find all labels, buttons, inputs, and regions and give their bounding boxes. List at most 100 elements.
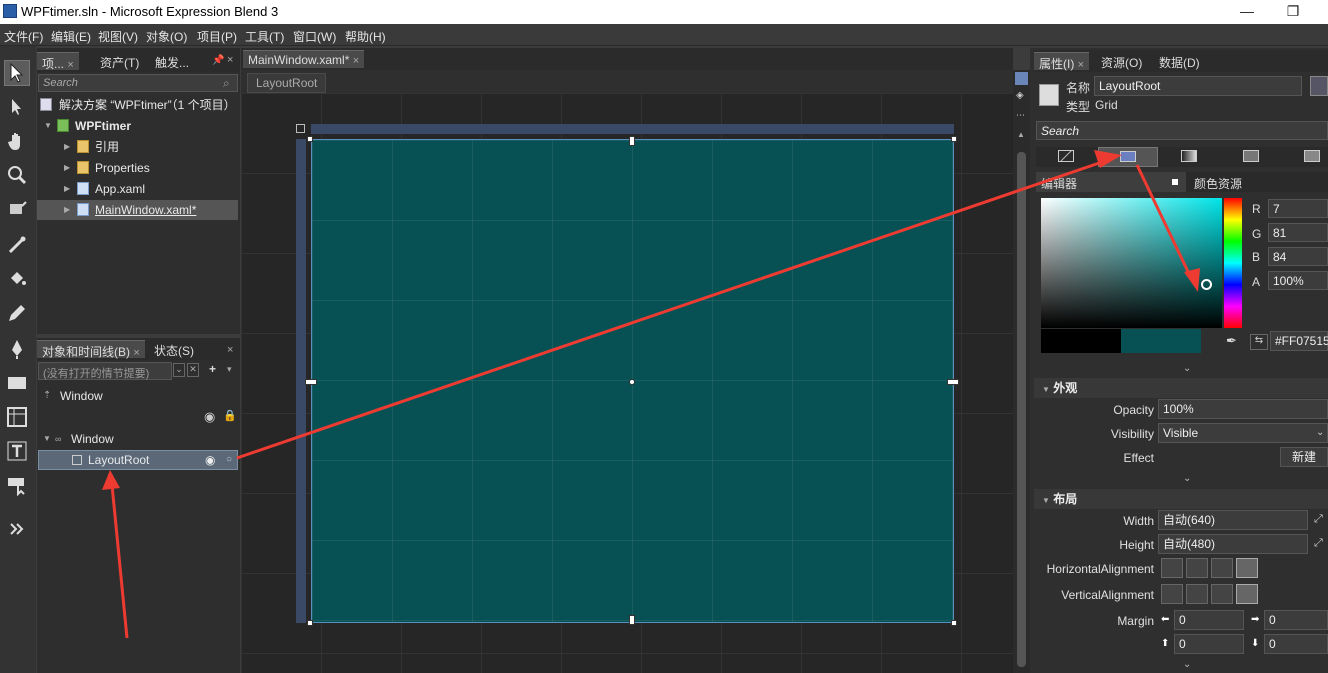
menu-view[interactable]: 视图(V) — [98, 28, 138, 45]
height-input[interactable]: 自动(480) — [1158, 534, 1308, 554]
menu-tools[interactable]: 工具(T) — [245, 28, 284, 45]
close-icon[interactable]: × — [67, 59, 73, 71]
tree-item-references[interactable]: ▶ 引用 — [37, 137, 237, 157]
lock-icon[interactable]: 🔒 — [223, 409, 237, 422]
center-point[interactable] — [629, 379, 635, 385]
eyedropper-tool[interactable] — [4, 232, 30, 258]
width-input[interactable]: 自动(640) — [1158, 510, 1308, 530]
tab-editor[interactable]: 编辑器 — [1036, 172, 1186, 192]
close-icon[interactable]: × — [353, 55, 359, 67]
menu-help[interactable]: 帮助(H) — [345, 28, 386, 45]
menu-window[interactable]: 窗口(W) — [293, 28, 336, 45]
close-icon[interactable]: × — [133, 347, 139, 359]
tab-mainwindow-xaml[interactable]: MainWindow.xaml* × — [243, 50, 365, 68]
valign-stretch-button[interactable] — [1236, 584, 1258, 604]
pen-tool[interactable] — [4, 336, 30, 362]
storyboard-dropdown-icon[interactable]: ⌄ — [173, 363, 185, 377]
expand-chevron-icon[interactable]: ⌄ — [1183, 659, 1191, 670]
hex-input[interactable]: #FF075154 — [1270, 331, 1328, 351]
paint-bucket-tool[interactable] — [4, 266, 30, 292]
effect-new-button[interactable]: 新建 — [1280, 447, 1328, 467]
b-input[interactable]: 84 — [1268, 247, 1328, 266]
appearance-section-header[interactable]: ▼ 外观 — [1034, 378, 1328, 398]
visibility-eye-icon[interactable]: ◉ — [205, 451, 215, 469]
valign-top-button[interactable] — [1161, 584, 1183, 604]
direct-selection-tool[interactable] — [4, 94, 30, 120]
tab-project[interactable]: 项... × — [37, 52, 79, 71]
tab-color-resources[interactable]: 颜色资源 — [1194, 175, 1242, 192]
a-input[interactable]: 100% — [1268, 271, 1328, 290]
halign-stretch-button[interactable] — [1236, 558, 1258, 578]
grid-tool[interactable] — [4, 404, 30, 430]
resource-brush-icon[interactable] — [1304, 150, 1320, 162]
vertical-scrollbar[interactable] — [1017, 152, 1026, 667]
margin-bottom-input[interactable]: 0 — [1264, 634, 1328, 654]
valign-bottom-button[interactable] — [1211, 584, 1233, 604]
resize-handle-sw[interactable] — [307, 620, 313, 626]
design-view-icon[interactable] — [1015, 72, 1028, 85]
tab-objects-timeline[interactable]: 对象和时间线(B) × — [37, 340, 145, 359]
tree-window[interactable]: ▼ ∞ Window — [37, 429, 237, 449]
grid-mode-icon[interactable] — [296, 124, 305, 133]
tree-item-mainwindow-xaml[interactable]: ▶ MainWindow.xaml* — [37, 200, 238, 220]
name-field[interactable]: LayoutRoot — [1094, 76, 1302, 96]
add-storyboard-icon[interactable]: + — [209, 362, 216, 376]
tree-item-app-xaml[interactable]: ▶ App.xaml — [37, 179, 237, 199]
tile-brush-icon[interactable] — [1243, 150, 1259, 162]
tree-project[interactable]: ▼ WPFtimer — [37, 116, 237, 136]
valign-center-button[interactable] — [1186, 584, 1208, 604]
visibility-select[interactable]: Visible — [1158, 423, 1328, 443]
selection-tool[interactable] — [4, 60, 30, 86]
events-icon[interactable] — [1310, 76, 1328, 96]
eyedropper-icon[interactable]: ✒ — [1226, 333, 1237, 349]
brush-transform-tool[interactable] — [4, 300, 30, 326]
resize-handle-se[interactable] — [951, 620, 957, 626]
tab-properties[interactable]: 属性(I) × — [1034, 52, 1090, 71]
auto-size-icon[interactable]: ⤢ — [1314, 513, 1323, 526]
pin-icon[interactable]: 📌 — [212, 55, 224, 66]
tab-states[interactable]: 状态(S) — [149, 340, 199, 358]
color-spectrum[interactable] — [1041, 198, 1222, 328]
hue-slider[interactable] — [1224, 198, 1242, 328]
menu-object[interactable]: 对象(O) — [146, 28, 187, 45]
resize-handle-n[interactable] — [629, 136, 635, 146]
expand-chevron-icon[interactable]: ⌄ — [1183, 363, 1191, 374]
properties-search-input[interactable]: Search — [1036, 121, 1328, 140]
restore-button[interactable]: ❐ — [1270, 0, 1316, 24]
close-icon[interactable]: × — [227, 344, 233, 356]
advanced-dot-icon[interactable] — [1172, 179, 1178, 185]
margin-right-input[interactable]: 0 — [1264, 610, 1328, 630]
gradient-brush-icon[interactable] — [1181, 150, 1197, 162]
rectangle-tool[interactable] — [4, 370, 30, 396]
visibility-eye-icon[interactable]: ◉ — [204, 409, 215, 425]
halign-center-button[interactable] — [1186, 558, 1208, 578]
tab-resources[interactable]: 资源(O) — [1096, 52, 1147, 70]
margin-top-input[interactable]: 0 — [1174, 634, 1244, 654]
r-input[interactable]: 7 — [1268, 199, 1328, 218]
project-search-input[interactable]: Search — [38, 74, 238, 92]
textblock-tool[interactable] — [4, 438, 30, 464]
tab-assets[interactable]: 资产(T) — [95, 52, 144, 70]
resize-handle-e[interactable] — [947, 379, 959, 385]
split-view-icon[interactable]: ◈ — [1016, 90, 1024, 101]
color-mode-icon[interactable]: ⇆ — [1250, 334, 1268, 350]
tab-triggers[interactable]: 触发... — [150, 52, 194, 70]
color-picker-marker[interactable] — [1201, 279, 1212, 290]
opacity-input[interactable]: 100% — [1158, 399, 1328, 419]
camera-orbit-tool[interactable] — [4, 196, 30, 222]
close-icon[interactable]: × — [1078, 59, 1084, 71]
no-brush-icon[interactable] — [1058, 150, 1074, 162]
asset-library-tool[interactable] — [4, 516, 30, 542]
lock-circle-icon[interactable]: ○ — [226, 451, 232, 469]
pan-tool[interactable] — [4, 128, 30, 154]
resize-handle-s[interactable] — [629, 615, 635, 625]
dropdown-arrow-icon[interactable]: ⌄ — [1316, 427, 1324, 438]
tree-layoutroot[interactable]: LayoutRoot ◉ ○ — [38, 450, 238, 470]
close-storyboard-icon[interactable]: ✕ — [187, 363, 199, 377]
margin-left-input[interactable]: 0 — [1174, 610, 1244, 630]
storyboard-picker[interactable]: (没有打开的情节提要) — [38, 362, 172, 380]
tree-item-properties[interactable]: ▶ Properties — [37, 158, 237, 178]
tree-solution[interactable]: 解决方案 “WPFtimer”（1 个项目） — [37, 95, 237, 115]
breadcrumb-layoutroot[interactable]: LayoutRoot — [247, 73, 327, 93]
close-icon[interactable]: × — [227, 54, 233, 66]
